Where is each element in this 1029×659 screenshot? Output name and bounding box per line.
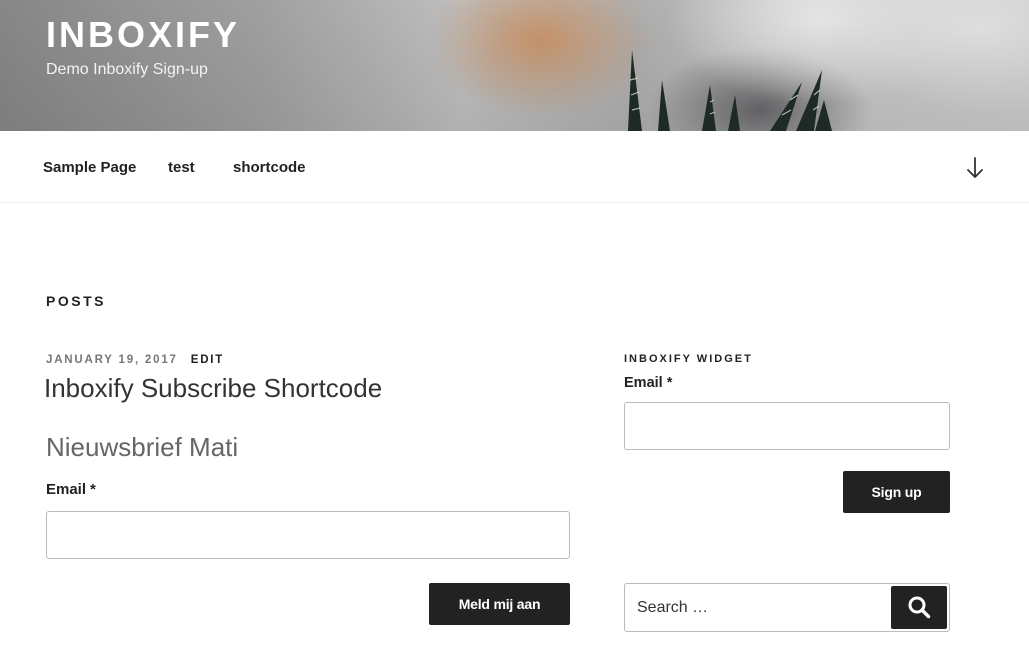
post-title[interactable]: Inboxify Subscribe Shortcode [44, 373, 382, 404]
nav-item-shortcode[interactable]: shortcode [233, 159, 306, 176]
email-label: Email * [46, 481, 96, 498]
post-date[interactable]: January 19, 2017 [46, 354, 178, 366]
arrow-down-icon[interactable] [964, 156, 986, 180]
widget-email-label: Email * [624, 375, 672, 391]
newsletter-form-title: Nieuwsbrief Mati [46, 432, 239, 462]
edit-link[interactable]: Edit [191, 354, 224, 366]
site-title[interactable]: INBOXIFY [46, 14, 240, 56]
page-heading: Posts [46, 293, 106, 309]
main-navigation: Sample Page test shortcode [0, 131, 1029, 203]
sign-up-button[interactable]: Sign up [843, 471, 950, 513]
widget-email-field[interactable] [624, 402, 950, 450]
widget-required-marker: * [666, 375, 673, 391]
email-field[interactable] [46, 511, 570, 559]
nav-item-sample-page[interactable]: Sample Page [43, 159, 136, 176]
search-input[interactable] [626, 585, 890, 630]
search-form [624, 583, 950, 632]
search-button[interactable] [891, 586, 947, 629]
email-label-text: Email [46, 481, 87, 498]
widget-email-label-text: Email [624, 375, 663, 391]
required-marker: * [90, 481, 96, 498]
nav-item-test[interactable]: test [168, 159, 195, 176]
widget-title: Inboxify Widget [624, 353, 753, 365]
site-header: INBOXIFY Demo Inboxify Sign-up [0, 0, 1029, 131]
search-icon [908, 596, 931, 619]
site-description: Demo Inboxify Sign-up [46, 61, 208, 78]
subscribe-button[interactable]: Meld mij aan [429, 583, 570, 625]
header-plant-image [628, 50, 832, 131]
entry-meta: January 19, 2017 Edit [46, 354, 224, 366]
